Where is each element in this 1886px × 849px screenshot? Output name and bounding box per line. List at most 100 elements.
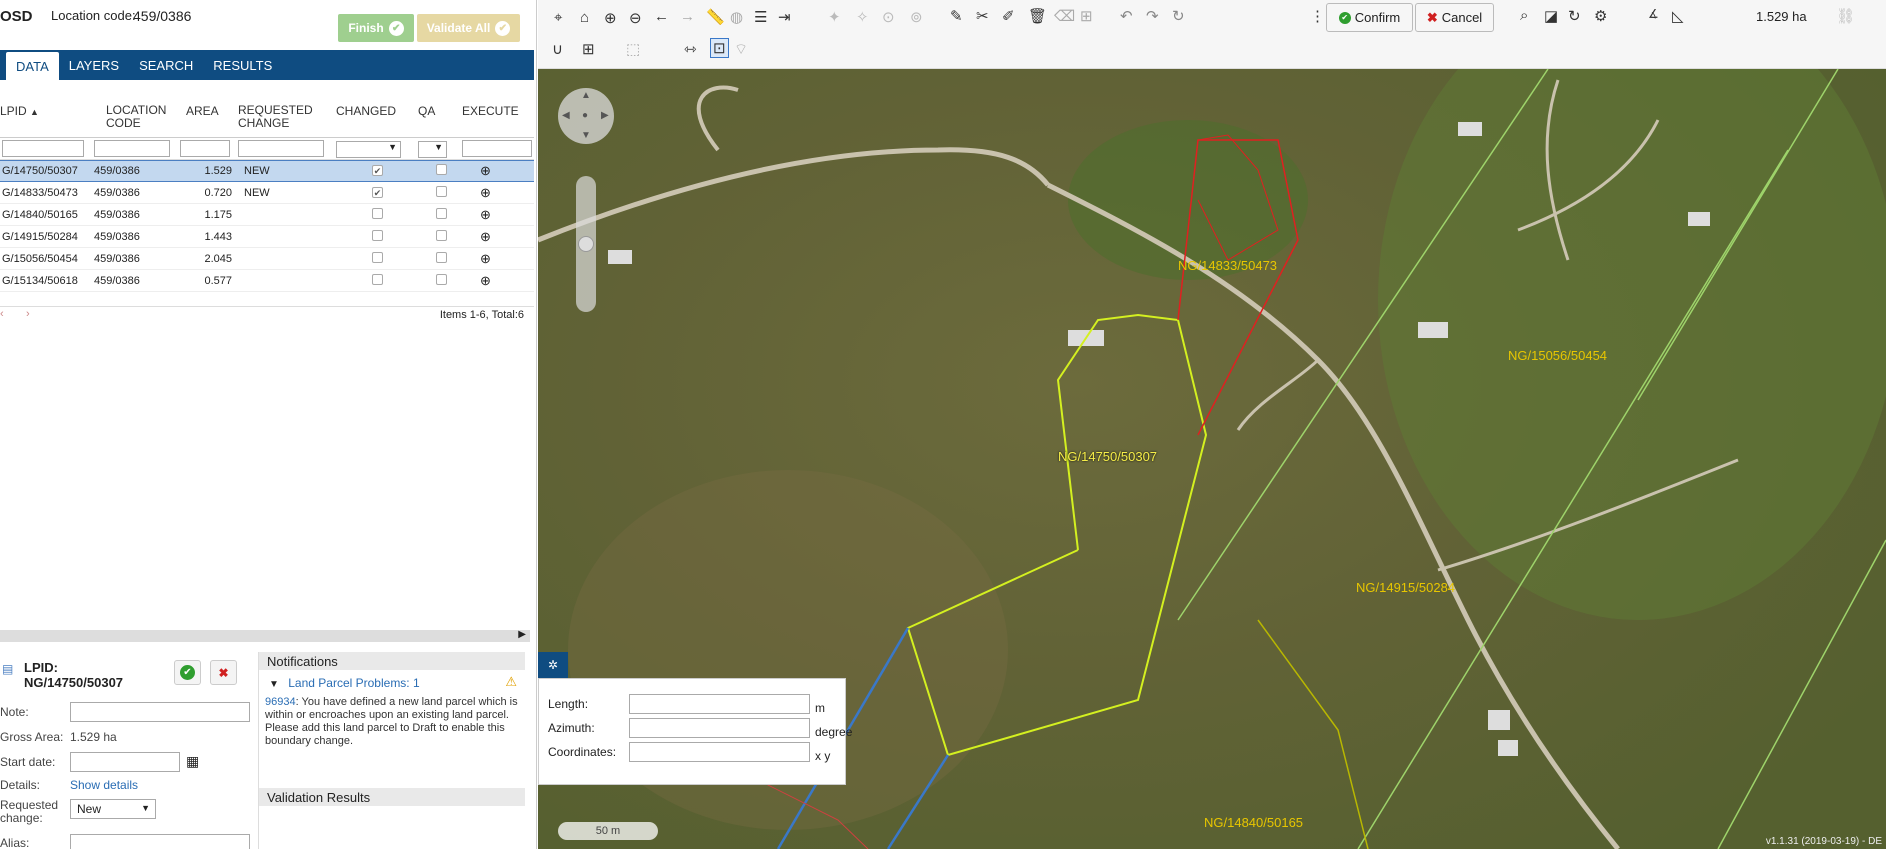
table-row[interactable]: G/14750/50307 459/0386 1.529 NEW ✔ ⊕ bbox=[0, 160, 534, 182]
boundary-icon[interactable]: ⊡ bbox=[710, 38, 729, 58]
accept-button[interactable]: ✔ bbox=[174, 660, 201, 685]
reset-icon[interactable]: ↻ bbox=[1172, 7, 1185, 25]
split-icon[interactable]: ⇿ bbox=[684, 40, 697, 58]
changed-checkbox[interactable]: ✔ bbox=[372, 186, 383, 198]
changed-checkbox[interactable] bbox=[372, 229, 383, 241]
col-changed[interactable]: CHANGED bbox=[336, 96, 418, 137]
prev-page-icon[interactable]: ‹ bbox=[0, 308, 4, 320]
zoom-out-icon[interactable]: ⊖ bbox=[629, 9, 642, 27]
col-area[interactable]: AREA bbox=[180, 96, 238, 137]
start-date-input[interactable] bbox=[70, 752, 180, 772]
search-icon[interactable]: ⌕ bbox=[1520, 7, 1528, 24]
zoom-to-icon[interactable]: ⊕ bbox=[480, 207, 491, 222]
qa-checkbox[interactable] bbox=[436, 185, 447, 197]
snap-edge-icon[interactable]: ✧ bbox=[856, 8, 869, 26]
pan-up-icon[interactable]: ▲ bbox=[581, 90, 591, 101]
table-row[interactable]: G/14833/50473 459/0386 0.720 NEW ✔ ⊕ bbox=[0, 182, 534, 204]
select-icon[interactable]: ⬚ bbox=[626, 40, 640, 58]
filter-area[interactable] bbox=[180, 140, 230, 157]
col-requested-change[interactable]: REQUESTED CHANGE bbox=[238, 96, 336, 137]
cancel-button[interactable]: ✖ Cancel bbox=[1415, 3, 1494, 32]
calendar-icon[interactable]: ▦ bbox=[186, 753, 199, 770]
snap-icon[interactable]: ✦ bbox=[828, 8, 841, 26]
erase-icon[interactable]: ⌫ bbox=[1054, 7, 1075, 25]
zoom-to-icon[interactable]: ⊕ bbox=[480, 163, 491, 178]
changed-checkbox[interactable] bbox=[372, 273, 383, 285]
pan-center-icon[interactable]: ● bbox=[582, 110, 588, 121]
reject-button[interactable]: ✖ bbox=[210, 660, 237, 685]
filter-location-code[interactable] bbox=[94, 140, 170, 157]
changed-checkbox[interactable] bbox=[372, 251, 383, 263]
requested-change-select[interactable]: New ▼ bbox=[70, 799, 156, 819]
identify-icon[interactable]: ⌖ bbox=[554, 9, 562, 26]
filter-execute[interactable] bbox=[462, 140, 532, 157]
pan-right-icon[interactable]: ▶ bbox=[601, 110, 609, 121]
refresh-icon[interactable]: ↻ bbox=[1568, 7, 1581, 25]
merge-icon[interactable]: ⊚ bbox=[910, 8, 923, 26]
zoom-in-icon[interactable]: ⊕ bbox=[604, 9, 617, 27]
edit-icon[interactable]: ✐ bbox=[1002, 7, 1015, 25]
home-icon[interactable]: ⌂ bbox=[580, 9, 589, 26]
zoom-slider-handle[interactable] bbox=[578, 236, 594, 252]
tab-results[interactable]: RESULTS bbox=[203, 50, 282, 80]
grid-snap-icon[interactable]: ⊞ bbox=[582, 40, 595, 58]
zoom-to-icon[interactable]: ⊕ bbox=[480, 251, 491, 266]
collapse-icon[interactable]: ▼ bbox=[269, 679, 279, 690]
horizontal-scrollbar[interactable]: ▶ bbox=[0, 629, 530, 642]
measure-toggle[interactable]: ✲ bbox=[538, 652, 568, 678]
note-input[interactable] bbox=[70, 702, 250, 722]
col-lpid[interactable]: LPID ▲ bbox=[0, 96, 92, 137]
confirm-button[interactable]: ✔ Confirm bbox=[1326, 3, 1413, 32]
problems-row[interactable]: ▼ Land Parcel Problems: 1 ⚠ bbox=[259, 670, 525, 692]
table-row[interactable]: G/14840/50165 459/0386 1.175 ⊕ bbox=[0, 204, 534, 226]
table-row[interactable]: G/15056/50454 459/0386 2.045 ⊕ bbox=[0, 248, 534, 270]
forward-icon[interactable]: → bbox=[680, 8, 695, 25]
coordinates-input[interactable] bbox=[629, 742, 810, 762]
qa-checkbox[interactable] bbox=[436, 164, 447, 175]
layers-icon[interactable]: ☰ bbox=[754, 8, 767, 26]
filter-lpid[interactable] bbox=[2, 140, 84, 157]
undo-icon[interactable]: ↶ bbox=[1120, 7, 1133, 25]
trash-icon[interactable]: 🗑 bbox=[1028, 7, 1047, 25]
scissors-icon[interactable]: ✂ bbox=[976, 7, 989, 25]
filter-requested-change[interactable] bbox=[238, 140, 324, 157]
magnet-icon[interactable]: ∪ bbox=[552, 40, 563, 58]
problem-code[interactable]: 96934 bbox=[265, 696, 296, 708]
qa-checkbox[interactable] bbox=[436, 251, 447, 263]
qa-checkbox[interactable] bbox=[436, 229, 447, 241]
redo-icon[interactable]: ↷ bbox=[1146, 7, 1159, 25]
add-point-icon[interactable]: ⊙ bbox=[882, 8, 895, 26]
filter-qa-select[interactable]: ▼ bbox=[418, 141, 447, 158]
tab-layers[interactable]: LAYERS bbox=[59, 50, 129, 80]
scroll-right-icon[interactable]: ▶ bbox=[518, 629, 526, 640]
measure-icon[interactable]: 📏 bbox=[706, 8, 725, 26]
zoom-slider[interactable] bbox=[576, 176, 596, 312]
pan-control[interactable]: ▲ ◀ ● ▶ ▼ bbox=[558, 88, 614, 144]
qa-checkbox[interactable] bbox=[436, 273, 447, 285]
back-icon[interactable]: ← bbox=[654, 8, 669, 25]
eraser-icon[interactable]: ◪ bbox=[1544, 7, 1558, 25]
exit-icon[interactable]: ⇥ bbox=[778, 8, 791, 26]
table-row[interactable]: G/14915/50284 459/0386 1.443 ⊕ bbox=[0, 226, 534, 248]
azimuth-input[interactable] bbox=[629, 718, 810, 738]
pencil-icon[interactable]: ✎ bbox=[950, 7, 963, 25]
pan-down-icon[interactable]: ▼ bbox=[581, 130, 591, 141]
validate-all-button[interactable]: Validate All ✔ bbox=[417, 14, 520, 42]
show-details-link[interactable]: Show details bbox=[70, 778, 138, 792]
tab-search[interactable]: SEARCH bbox=[129, 50, 203, 80]
zoom-to-icon[interactable]: ⊕ bbox=[480, 229, 491, 244]
col-qa[interactable]: QA bbox=[418, 96, 462, 137]
link-icon[interactable]: ⛓ bbox=[1836, 7, 1855, 25]
globe-icon[interactable]: ◍ bbox=[730, 8, 743, 26]
map-view[interactable]: NG/14833/50473 NG/15056/50454 NG/14750/5… bbox=[538, 0, 1886, 849]
more-icon[interactable]: ⋮ bbox=[1310, 7, 1325, 25]
table-row[interactable]: G/15134/50618 459/0386 0.577 ⊕ bbox=[0, 270, 534, 292]
tab-data[interactable]: DATA bbox=[6, 52, 59, 80]
zoom-to-icon[interactable]: ⊕ bbox=[480, 185, 491, 200]
qa-checkbox[interactable] bbox=[436, 207, 447, 219]
gear-icon[interactable]: ⚙ bbox=[1594, 7, 1607, 25]
col-location-code[interactable]: LOCATION CODE bbox=[92, 96, 180, 137]
angle-icon[interactable]: ∡ bbox=[1648, 7, 1659, 21]
pan-left-icon[interactable]: ◀ bbox=[562, 110, 570, 121]
changed-checkbox[interactable] bbox=[372, 207, 383, 219]
